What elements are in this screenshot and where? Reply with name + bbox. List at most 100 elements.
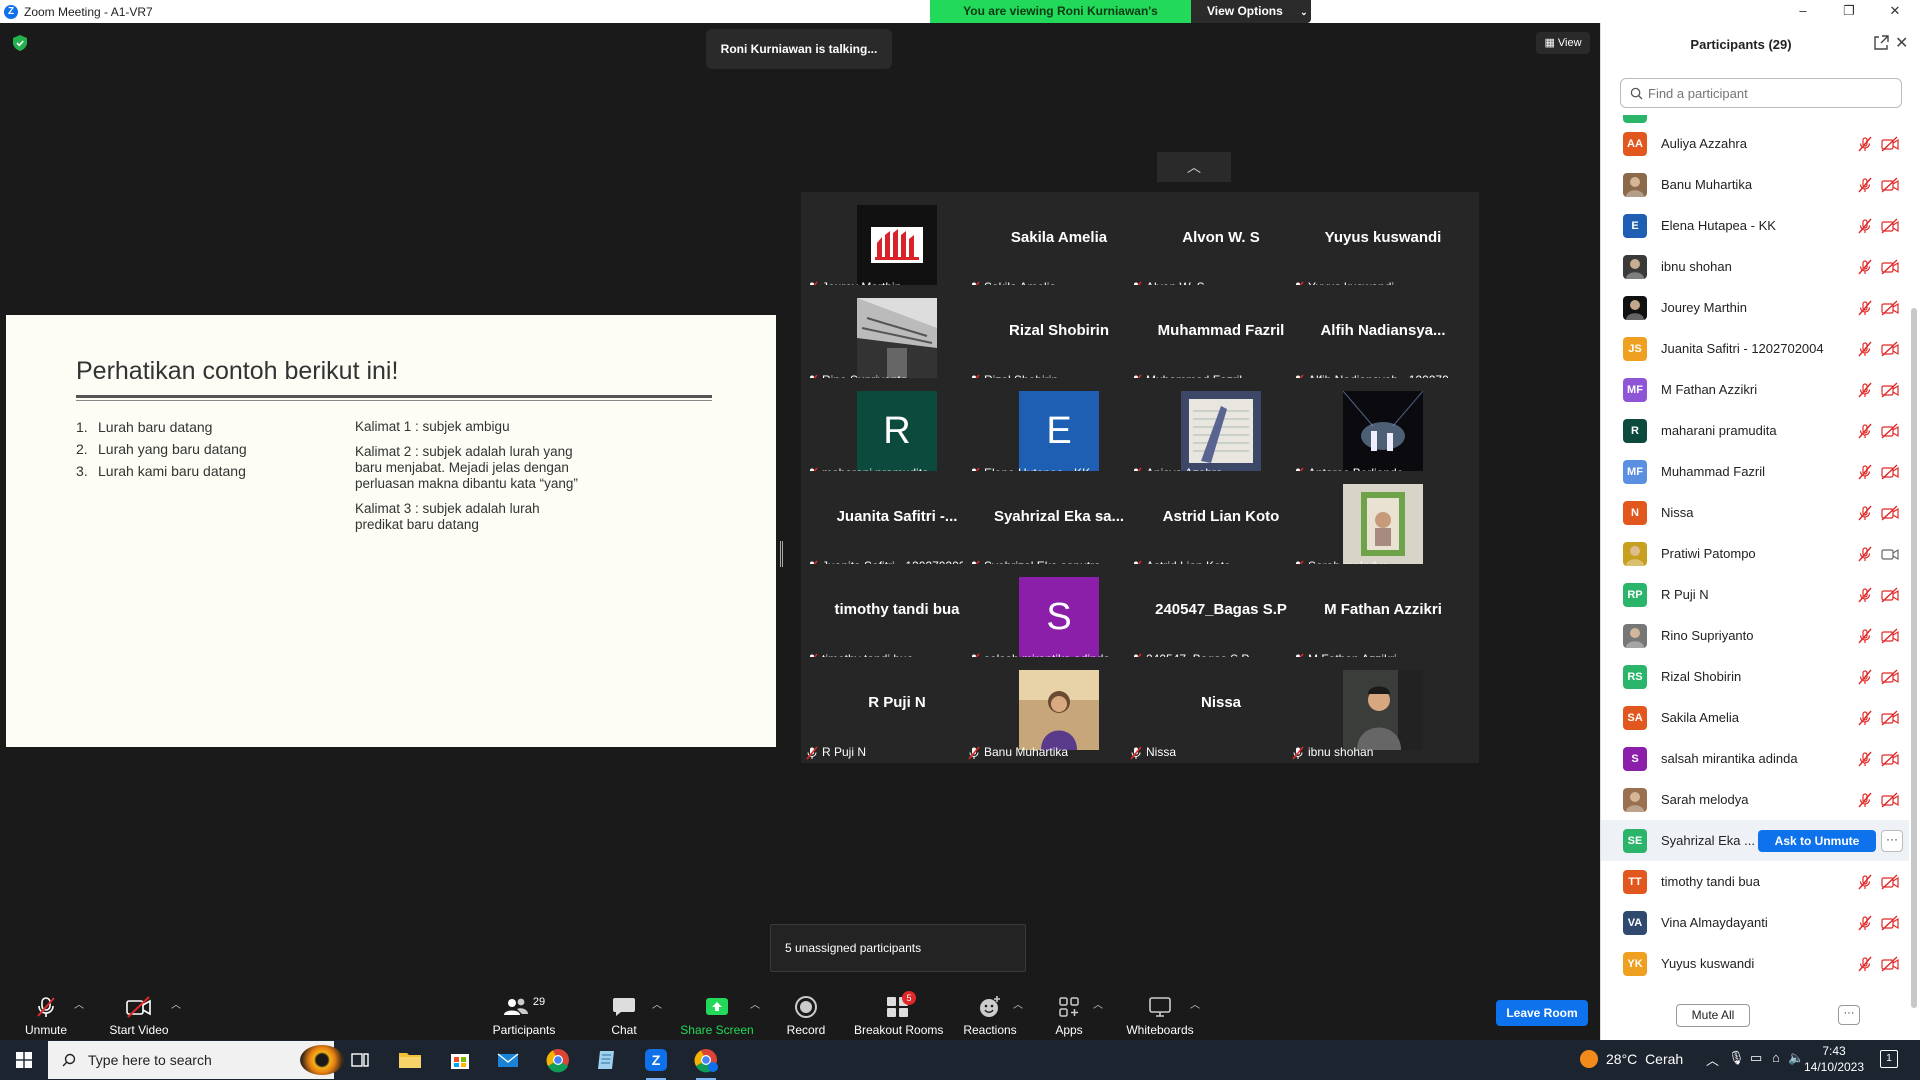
taskbar-search[interactable]: Type here to search: [48, 1041, 344, 1079]
participant-row[interactable]: Sarah melodya: [1601, 779, 1909, 820]
video-options-caret[interactable]: ︿: [171, 996, 181, 1011]
participant-row[interactable]: MF M Fathan Azzikri: [1601, 369, 1909, 410]
minimize-button[interactable]: –: [1780, 0, 1826, 23]
list-number: 3.: [76, 463, 88, 479]
apps-button[interactable]: Apps: [1052, 985, 1086, 1040]
participant-name: M Fathan Azzikri: [1661, 382, 1758, 397]
share-screen-button[interactable]: Share Screen: [680, 985, 754, 1040]
network-icon[interactable]: ⌂: [1772, 1050, 1780, 1065]
video-tile[interactable]: Alfih Nadiansya...Alfih Nadiansyah - 120…: [1287, 285, 1479, 391]
chrome-zoom-icon[interactable]: [692, 1046, 720, 1080]
close-panel-icon[interactable]: ✕: [1895, 33, 1908, 53]
participant-row[interactable]: Banu Muhartika: [1601, 164, 1909, 205]
apps-options-caret[interactable]: ︿: [1093, 996, 1103, 1011]
video-tile[interactable]: ibnu shohan: [1287, 657, 1479, 763]
split-view-handle[interactable]: [780, 541, 783, 567]
participant-avatar: [1623, 254, 1647, 279]
tile-profile-picture: [857, 298, 937, 378]
leave-room-button[interactable]: Leave Room: [1496, 1000, 1588, 1026]
participant-row[interactable]: ibnu shohan: [1601, 246, 1909, 287]
video-tile[interactable]: Antares Berliando: [1287, 378, 1479, 484]
slide-list-item: 2. Lurah yang baru datang: [76, 441, 247, 457]
participant-row[interactable]: VA Vina Almaydayanti: [1601, 902, 1909, 943]
participant-muted-mic-icon: [1857, 874, 1873, 890]
unmute-button[interactable]: Unmute: [20, 985, 72, 1040]
panel-more-button[interactable]: ···: [1838, 1005, 1860, 1025]
participant-row[interactable]: Jourey Marthin: [1601, 287, 1909, 328]
weather-widget[interactable]: 28°C Cerah: [1580, 1050, 1683, 1068]
whiteboards-options-caret[interactable]: ︿: [1190, 996, 1200, 1011]
participant-row[interactable]: AA Auliya Azzahra: [1601, 123, 1909, 164]
participant-muted-mic-icon: [1857, 464, 1873, 480]
participants-button[interactable]: 29 Participants: [484, 985, 564, 1040]
battery-icon[interactable]: ▭: [1750, 1050, 1762, 1066]
participant-row[interactable]: MF Muhammad Fazril: [1601, 451, 1909, 492]
video-tile[interactable]: Yuyus kuswandiYuyus kuswandi: [1287, 192, 1479, 298]
participant-row[interactable]: N Nissa: [1601, 492, 1909, 533]
participant-more-button[interactable]: ···: [1881, 829, 1903, 852]
slide-divider-thin: [76, 400, 712, 401]
audio-options-caret[interactable]: ︿: [74, 996, 84, 1011]
microsoft-store-icon[interactable]: [446, 1046, 474, 1074]
participant-list-scrollbar[interactable]: [1911, 308, 1917, 1008]
gallery-page-up-button[interactable]: ︿: [1157, 152, 1231, 182]
participant-video-off-icon: [1881, 299, 1899, 316]
mail-icon[interactable]: [494, 1046, 522, 1074]
slide-note: Kalimat 2 : subjek adalah lurah yang bar…: [355, 444, 578, 491]
participant-row[interactable]: SE Syahrizal Eka ... Ask to Unmute ···: [1601, 820, 1909, 861]
ask-to-unmute-button[interactable]: Ask to Unmute: [1758, 829, 1876, 852]
chat-options-caret[interactable]: ︿: [652, 996, 662, 1011]
tray-chevron-icon[interactable]: ︿: [1706, 1050, 1719, 1069]
record-icon: [795, 996, 817, 1018]
participant-row[interactable]: YK Yuyus kuswandi: [1601, 943, 1909, 984]
microphone-tray-icon[interactable]: 🎙: [1728, 1050, 1745, 1066]
popout-icon[interactable]: [1873, 35, 1889, 51]
participant-muted-mic-icon: [1857, 177, 1873, 193]
participant-row[interactable]: SA Sakila Amelia: [1601, 697, 1909, 738]
start-video-label: Start Video: [109, 1023, 169, 1037]
participant-row[interactable]: RS Rizal Shobirin: [1601, 656, 1909, 697]
windows-start-icon[interactable]: [16, 1052, 32, 1068]
participant-row[interactable]: JS Juanita Safitri - 1202702004: [1601, 328, 1909, 369]
slide-list: 1. Lurah baru datang 2. Lurah yang baru da…: [76, 419, 247, 485]
security-shield-icon[interactable]: [13, 35, 27, 51]
view-button[interactable]: ▦ View: [1536, 32, 1590, 54]
participant-row[interactable]: RP R Puji N: [1601, 574, 1909, 615]
task-view-icon[interactable]: [346, 1046, 374, 1074]
participant-row[interactable]: E Elena Hutapea - KK: [1601, 205, 1909, 246]
view-options-button[interactable]: View Options ⌄: [1191, 0, 1311, 23]
participant-name: Sarah melodya: [1661, 792, 1749, 807]
record-button[interactable]: Record: [784, 985, 828, 1040]
participant-row[interactable]: Ssalsah mirantika adinda: [1601, 738, 1909, 779]
participant-row[interactable]: TT timothy tandi bua: [1601, 861, 1909, 902]
participant-row[interactable]: Rmaharani pramudita: [1601, 410, 1909, 451]
chrome-icon[interactable]: [544, 1046, 572, 1074]
chat-button[interactable]: Chat: [606, 985, 642, 1040]
system-clock[interactable]: 7:43 14/10/2023: [1800, 1043, 1868, 1075]
share-options-caret[interactable]: ︿: [750, 996, 760, 1011]
whiteboards-button[interactable]: Whiteboards: [1122, 985, 1198, 1040]
file-explorer-icon[interactable]: [396, 1046, 424, 1074]
notifications-icon[interactable]: 1: [1880, 1050, 1898, 1068]
participant-search[interactable]: [1620, 78, 1902, 108]
participant-search-input[interactable]: [1648, 85, 1888, 101]
title-bar: Z Zoom Meeting - A1-VR7 You are viewing …: [0, 0, 1920, 40]
video-tile[interactable]: Sarah melodya: [1287, 471, 1479, 577]
reactions-options-caret[interactable]: ︿: [1013, 996, 1023, 1011]
participant-muted-mic-icon: [1857, 136, 1873, 152]
mute-all-button[interactable]: Mute All: [1676, 1004, 1750, 1027]
notepad-icon[interactable]: [592, 1046, 620, 1074]
video-tile[interactable]: M Fathan AzzikriM Fathan Azzikri: [1287, 564, 1479, 670]
chat-label: Chat: [611, 1023, 637, 1037]
zoom-taskbar-icon[interactable]: Z: [642, 1046, 670, 1080]
breakout-rooms-button[interactable]: 5 Breakout Rooms: [854, 985, 943, 1040]
participant-row[interactable]: Pratiwi Patompo: [1601, 533, 1909, 574]
tile-name: Banu Muhartika: [984, 745, 1069, 759]
participant-row[interactable]: Rino Supriyanto: [1601, 615, 1909, 656]
reactions-button[interactable]: Reactions: [962, 985, 1018, 1040]
start-video-button[interactable]: Start Video: [106, 985, 172, 1040]
maximize-button[interactable]: ❐: [1826, 0, 1872, 23]
participant-avatar: AA: [1623, 131, 1647, 156]
participant-name: ibnu shohan: [1661, 259, 1732, 274]
close-window-button[interactable]: ✕: [1872, 0, 1918, 23]
